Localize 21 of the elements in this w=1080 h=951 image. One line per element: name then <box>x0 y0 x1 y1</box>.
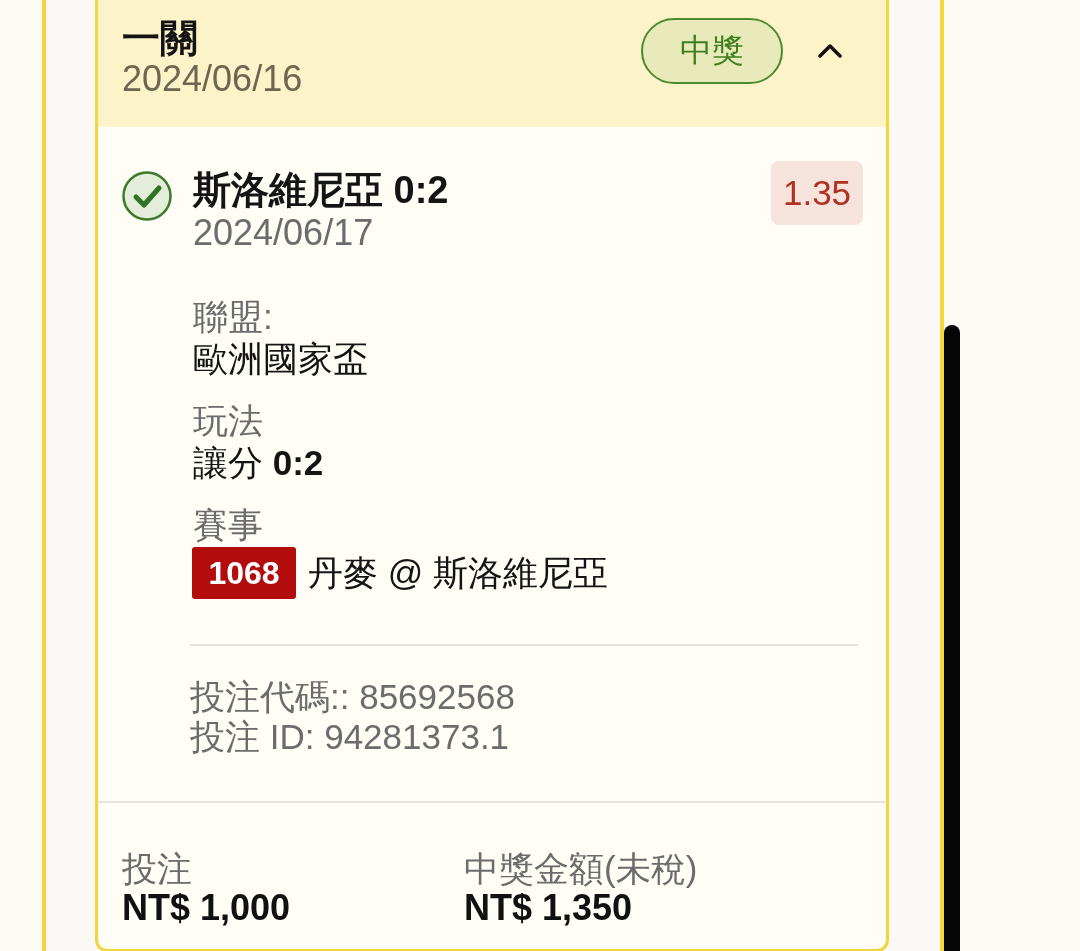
summary-label: 投注 <box>122 849 192 889</box>
bet-date: 2024/06/16 <box>122 59 303 99</box>
bet-reference: 投注代碼:: 85692568 <box>190 677 515 717</box>
scrollbar-thumb[interactable] <box>944 325 960 951</box>
bet-type-title: 一關 <box>122 18 198 58</box>
odds-badge: 1.35 <box>771 161 863 225</box>
match-teams: 丹麥 @ 斯洛維尼亞 <box>308 552 608 594</box>
detail-label: 賽事 <box>193 504 263 546</box>
match-number-tag: 1068 <box>192 547 296 599</box>
detail-label: 聯盟: <box>193 296 273 338</box>
summary-amount: NT$ 1,000 <box>122 889 291 927</box>
match-date: 2024/06/17 <box>193 213 374 253</box>
detail-label: 玩法 <box>193 400 263 442</box>
summary-label: 中獎金額(未稅) <box>464 849 698 889</box>
summary-amount: NT$ 1,350 <box>464 889 633 927</box>
chevron-up-icon[interactable] <box>818 43 842 58</box>
bet-reference: 投注 ID: 94281373.1 <box>190 717 510 757</box>
status-badge: 中獎 <box>641 18 783 84</box>
detail-value: 歐洲國家盃 <box>193 338 368 380</box>
detail-value: 讓分 0:2 <box>193 442 324 484</box>
selection-title: 斯洛維尼亞 0:2 <box>193 170 449 210</box>
